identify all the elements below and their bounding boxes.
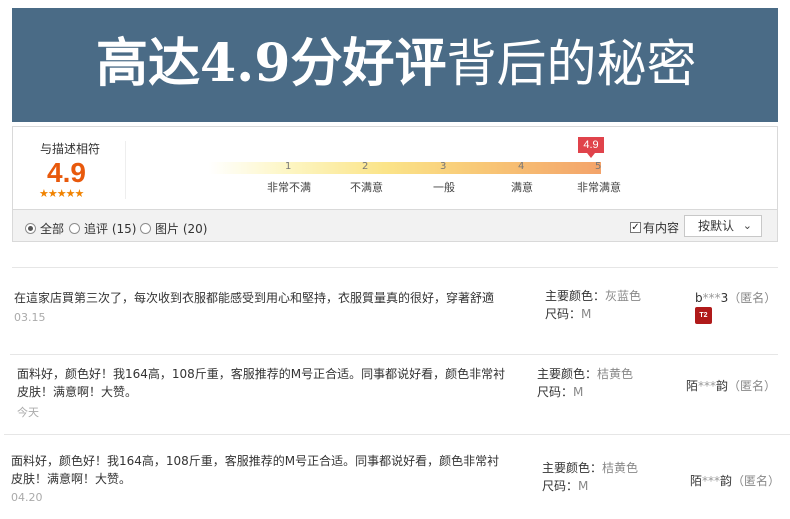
anonymous-tag: （匿名） <box>732 474 781 488</box>
radio-icon[interactable] <box>140 223 151 234</box>
filter-all-label: 全部 <box>40 222 65 236</box>
review-filter-bar: 全部 追评 (15) 图片 (20) ✓ 有内容 按默认 ⌄ <box>12 210 778 242</box>
size-value: M <box>578 479 589 493</box>
scale-num-1: 1 <box>285 161 292 172</box>
divider <box>10 354 778 355</box>
sort-label: 按默认 <box>698 219 735 233</box>
promo-banner: 高达4.9分好评背后的秘密 <box>12 8 778 122</box>
size-label: 尺码： <box>542 479 579 493</box>
color-label: 主要颜色： <box>542 461 603 475</box>
banner-title: 高达4.9分好评背后的秘密 <box>96 38 696 90</box>
checkbox-icon[interactable]: ✓ <box>630 222 641 233</box>
scale-num-3: 3 <box>440 161 447 172</box>
chevron-down-icon: ⌄ <box>742 219 752 232</box>
reviewer-name: b***3（匿名） <box>695 289 776 306</box>
color-label: 主要颜色： <box>545 289 606 303</box>
review-text-line1: 面料好，颜色好！我164高，108斤重，客服推荐的M号正合适。同事都说好看，颜色… <box>11 454 500 468</box>
size-value: M <box>573 385 584 399</box>
scale-label-1: 非常不满 <box>267 181 311 194</box>
scale-label-4: 满意 <box>511 181 533 194</box>
radio-icon[interactable] <box>69 223 80 234</box>
score-scale-bar <box>209 162 601 174</box>
score-marker: 4.9 <box>578 137 604 153</box>
divider <box>125 141 126 199</box>
color-label: 主要颜色： <box>537 367 598 381</box>
review-date: 04.20 <box>11 491 43 504</box>
anonymous-tag: （匿名） <box>728 291 777 305</box>
filter-followup[interactable]: 追评 (15) <box>69 220 136 237</box>
star-rating-icon: ★★★★★ <box>39 187 84 200</box>
sort-dropdown[interactable]: 按默认 ⌄ <box>684 215 762 237</box>
user-prefix: 陌 <box>686 379 699 393</box>
scale-label-2: 不满意 <box>350 181 383 194</box>
review-text-line2: 皮肤！满意啊！大赞。 <box>17 385 138 399</box>
user-mask: *** <box>702 291 721 305</box>
user-mask: *** <box>702 474 721 488</box>
user-level-badge-icon: T2 <box>695 307 712 324</box>
banner-title-light: 背后的秘密 <box>446 35 697 93</box>
user-suffix: 韵 <box>720 474 733 488</box>
has-content-label: 有内容 <box>643 221 680 235</box>
color-value: 桔黄色 <box>602 461 639 475</box>
scale-label-5: 非常满意 <box>577 181 621 194</box>
review-text-line2: 皮肤！满意啊！大赞。 <box>11 472 132 486</box>
review-text: 在這家店買第三次了，每次收到衣服都能感受到用心和堅持，衣服質量真的很好，穿著舒適 <box>14 291 495 305</box>
review-text-line1: 面料好，颜色好！我164高，108斤重，客服推荐的M号正合适。同事都说好看，颜色… <box>17 367 506 381</box>
scale-num-2: 2 <box>362 161 369 172</box>
user-prefix: b <box>695 291 703 305</box>
has-content-checkbox[interactable]: ✓ 有内容 <box>630 219 679 236</box>
size-label: 尺码： <box>537 385 574 399</box>
scale-label-3: 一般 <box>433 181 455 194</box>
review-date: 03.15 <box>14 311 46 324</box>
banner-title-bold: 高达4.9分好评 <box>96 33 447 94</box>
review-sku: 主要颜色：桔黄色 尺码：M <box>542 459 638 495</box>
reviewer-name: 陌***韵（匿名） <box>686 377 776 394</box>
size-label: 尺码： <box>545 307 582 321</box>
score-block: 与描述相符 4.9 ★★★★★ <box>13 127 125 209</box>
user-suffix: 韵 <box>716 379 729 393</box>
review-sku: 主要颜色：灰蓝色 尺码：M <box>545 287 641 323</box>
divider <box>4 434 790 435</box>
scale-num-5: 5 <box>595 161 602 172</box>
review-date: 今天 <box>17 406 39 419</box>
filter-followup-label: 追评 (15) <box>84 222 137 236</box>
filter-all[interactable]: 全部 <box>25 220 64 237</box>
score-value: 4.9 <box>47 157 86 188</box>
anonymous-tag: （匿名） <box>728 379 777 393</box>
filter-images-label: 图片 (20) <box>155 222 208 236</box>
review-sku: 主要颜色：桔黄色 尺码：M <box>537 365 633 401</box>
color-value: 桔黄色 <box>597 367 634 381</box>
filter-images[interactable]: 图片 (20) <box>140 220 207 237</box>
scale-num-4: 4 <box>518 161 525 172</box>
radio-icon[interactable] <box>25 223 36 234</box>
user-mask: *** <box>698 379 717 393</box>
marker-arrow-icon <box>587 153 595 158</box>
divider <box>12 267 778 268</box>
reviewer-name: 陌***韵（匿名） <box>690 472 780 489</box>
user-prefix: 陌 <box>690 474 703 488</box>
color-value: 灰蓝色 <box>605 289 642 303</box>
score-label: 与描述相符 <box>40 142 101 156</box>
rating-summary: 与描述相符 4.9 ★★★★★ 4.9 1 2 3 4 5 非常不满 不满意 一… <box>12 126 778 210</box>
size-value: M <box>581 307 592 321</box>
